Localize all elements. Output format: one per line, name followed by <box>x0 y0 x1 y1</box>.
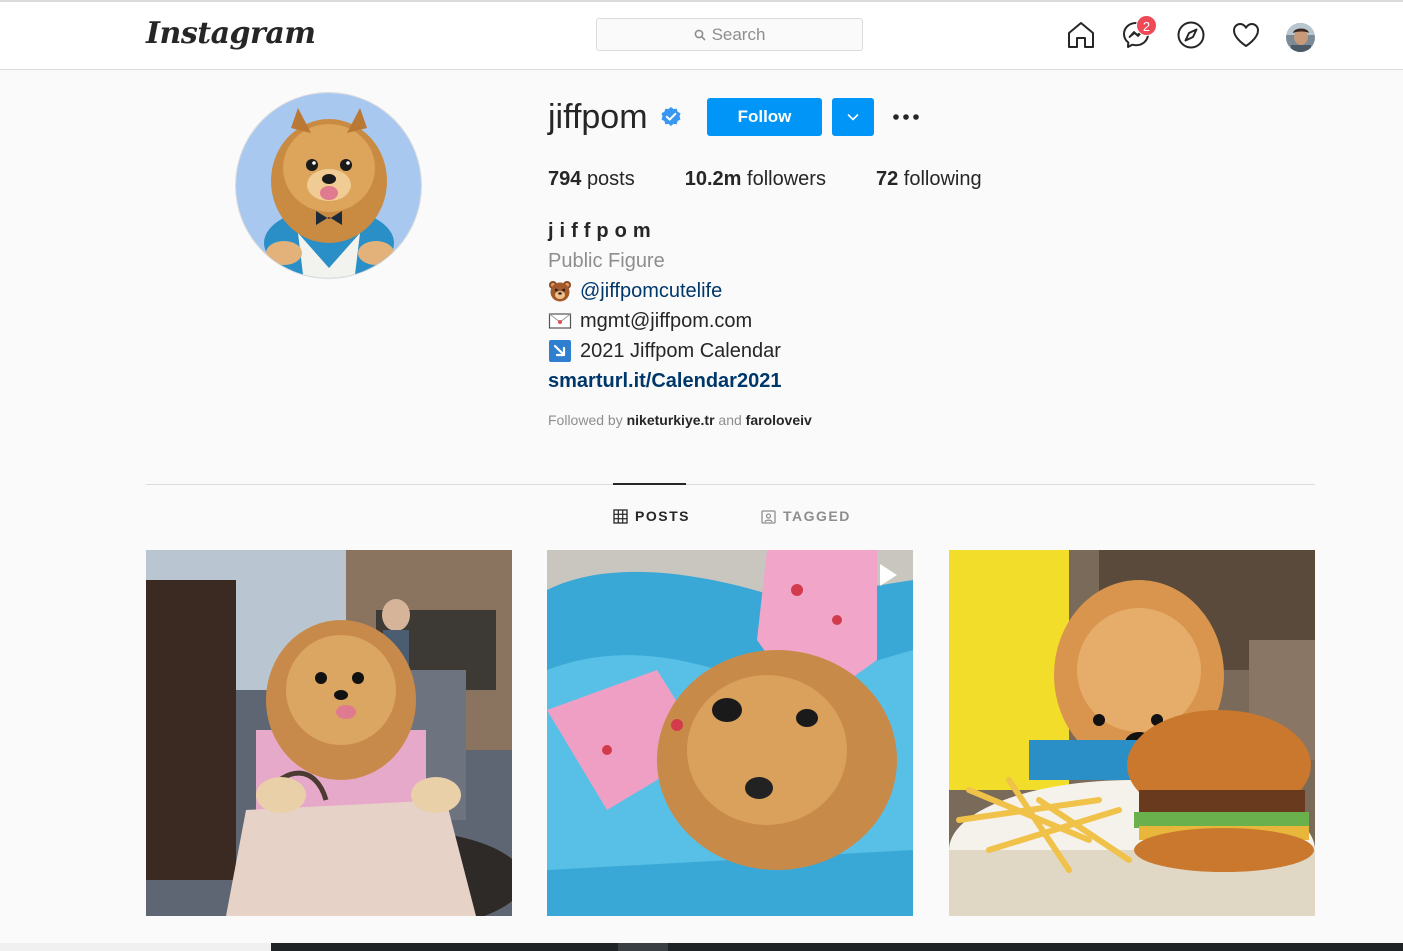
avatar-image <box>1286 23 1315 52</box>
instagram-logo[interactable]: Instagram <box>146 16 316 51</box>
post-image <box>949 550 1315 916</box>
posts-count-label: posts <box>586 168 635 190</box>
bio-calendar-row: 2021 Jiffpom Calendar <box>548 336 781 366</box>
post-thumbnail[interactable] <box>547 550 914 916</box>
bottom-edge <box>0 943 1403 951</box>
top-nav-bar: Instagram Search 2 <box>0 2 1403 70</box>
profile-full-name: jiffpom <box>548 220 657 242</box>
profile-stats: 794 posts 10.2m followers 72 following <box>548 168 1032 191</box>
taskbar-region <box>271 943 1403 951</box>
followed-by-user-1[interactable]: niketurkiye.tr <box>627 412 715 428</box>
post-image <box>547 550 913 916</box>
heart-icon <box>1233 23 1259 47</box>
grid-icon <box>613 508 628 524</box>
bio-email: mgmt@jiffpom.com <box>580 310 753 332</box>
followed-by-user-2[interactable]: faroloveiv <box>746 412 812 428</box>
profile-picture-image <box>236 93 421 278</box>
profile-bio: jiffpom Public Figure @jiffpomcutelife m… <box>548 216 781 396</box>
follow-button[interactable]: Follow <box>707 98 822 136</box>
tab-posts[interactable]: POSTS <box>613 508 690 524</box>
more-dots-icon <box>893 114 919 120</box>
followed-by-and: and <box>718 412 742 428</box>
following-count-label: following <box>903 168 982 190</box>
followers-count-value: 10.2m <box>684 168 742 190</box>
tagged-person-icon <box>761 509 776 524</box>
tab-tagged-label: TAGGED <box>783 508 851 524</box>
compass-icon <box>1177 21 1205 49</box>
activity-button[interactable] <box>1231 20 1261 50</box>
followed-by-prefix: Followed by <box>548 412 623 428</box>
followers-count[interactable]: 10.2m followers <box>685 168 826 191</box>
arrow-down-right-icon <box>549 340 571 362</box>
followers-count-label: followers <box>747 168 826 190</box>
posts-count: 794 posts <box>548 168 635 191</box>
notification-badge: 2 <box>1136 15 1157 36</box>
post-thumbnail[interactable] <box>949 550 1315 916</box>
profile-picture[interactable] <box>235 92 422 279</box>
verified-badge-icon <box>661 107 681 126</box>
more-options-button[interactable] <box>890 104 922 130</box>
posts-count-value: 794 <box>548 168 582 190</box>
bear-face-icon <box>549 281 571 302</box>
bio-mention-row: @jiffpomcutelife <box>548 276 781 306</box>
following-count-value: 72 <box>875 168 899 190</box>
suggested-accounts-button[interactable] <box>832 98 874 136</box>
chevron-down-icon <box>847 114 859 121</box>
profile-category: Public Figure <box>548 250 665 272</box>
post-image <box>146 550 512 916</box>
bio-mention-link[interactable]: @jiffpomcutelife <box>580 276 722 306</box>
email-envelope-icon <box>548 313 572 329</box>
following-count[interactable]: 72 following <box>876 168 982 191</box>
bio-website-link[interactable]: smarturl.it/Calendar2021 <box>548 366 781 396</box>
explore-button[interactable] <box>1176 20 1206 50</box>
search-input[interactable]: Search <box>596 18 863 51</box>
tab-posts-label: POSTS <box>635 508 690 524</box>
active-tab-indicator <box>613 483 686 485</box>
profile-username: jiffpom <box>548 98 648 136</box>
bio-calendar-text: 2021 Jiffpom Calendar <box>580 340 781 362</box>
search-icon <box>694 29 706 41</box>
messenger-button[interactable]: 2 <box>1121 15 1157 50</box>
bio-email-row: mgmt@jiffpom.com <box>548 306 781 336</box>
home-icon <box>1068 22 1094 48</box>
home-button[interactable] <box>1066 20 1096 50</box>
post-thumbnail[interactable] <box>146 550 512 916</box>
tabs-divider <box>146 484 1315 485</box>
followed-by-text: Followed by niketurkiye.tr and farolovei… <box>548 412 812 428</box>
profile-avatar[interactable] <box>1286 23 1315 52</box>
search-placeholder: Search <box>711 24 766 44</box>
taskbar-segment <box>618 943 668 951</box>
tab-tagged[interactable]: TAGGED <box>761 508 851 524</box>
